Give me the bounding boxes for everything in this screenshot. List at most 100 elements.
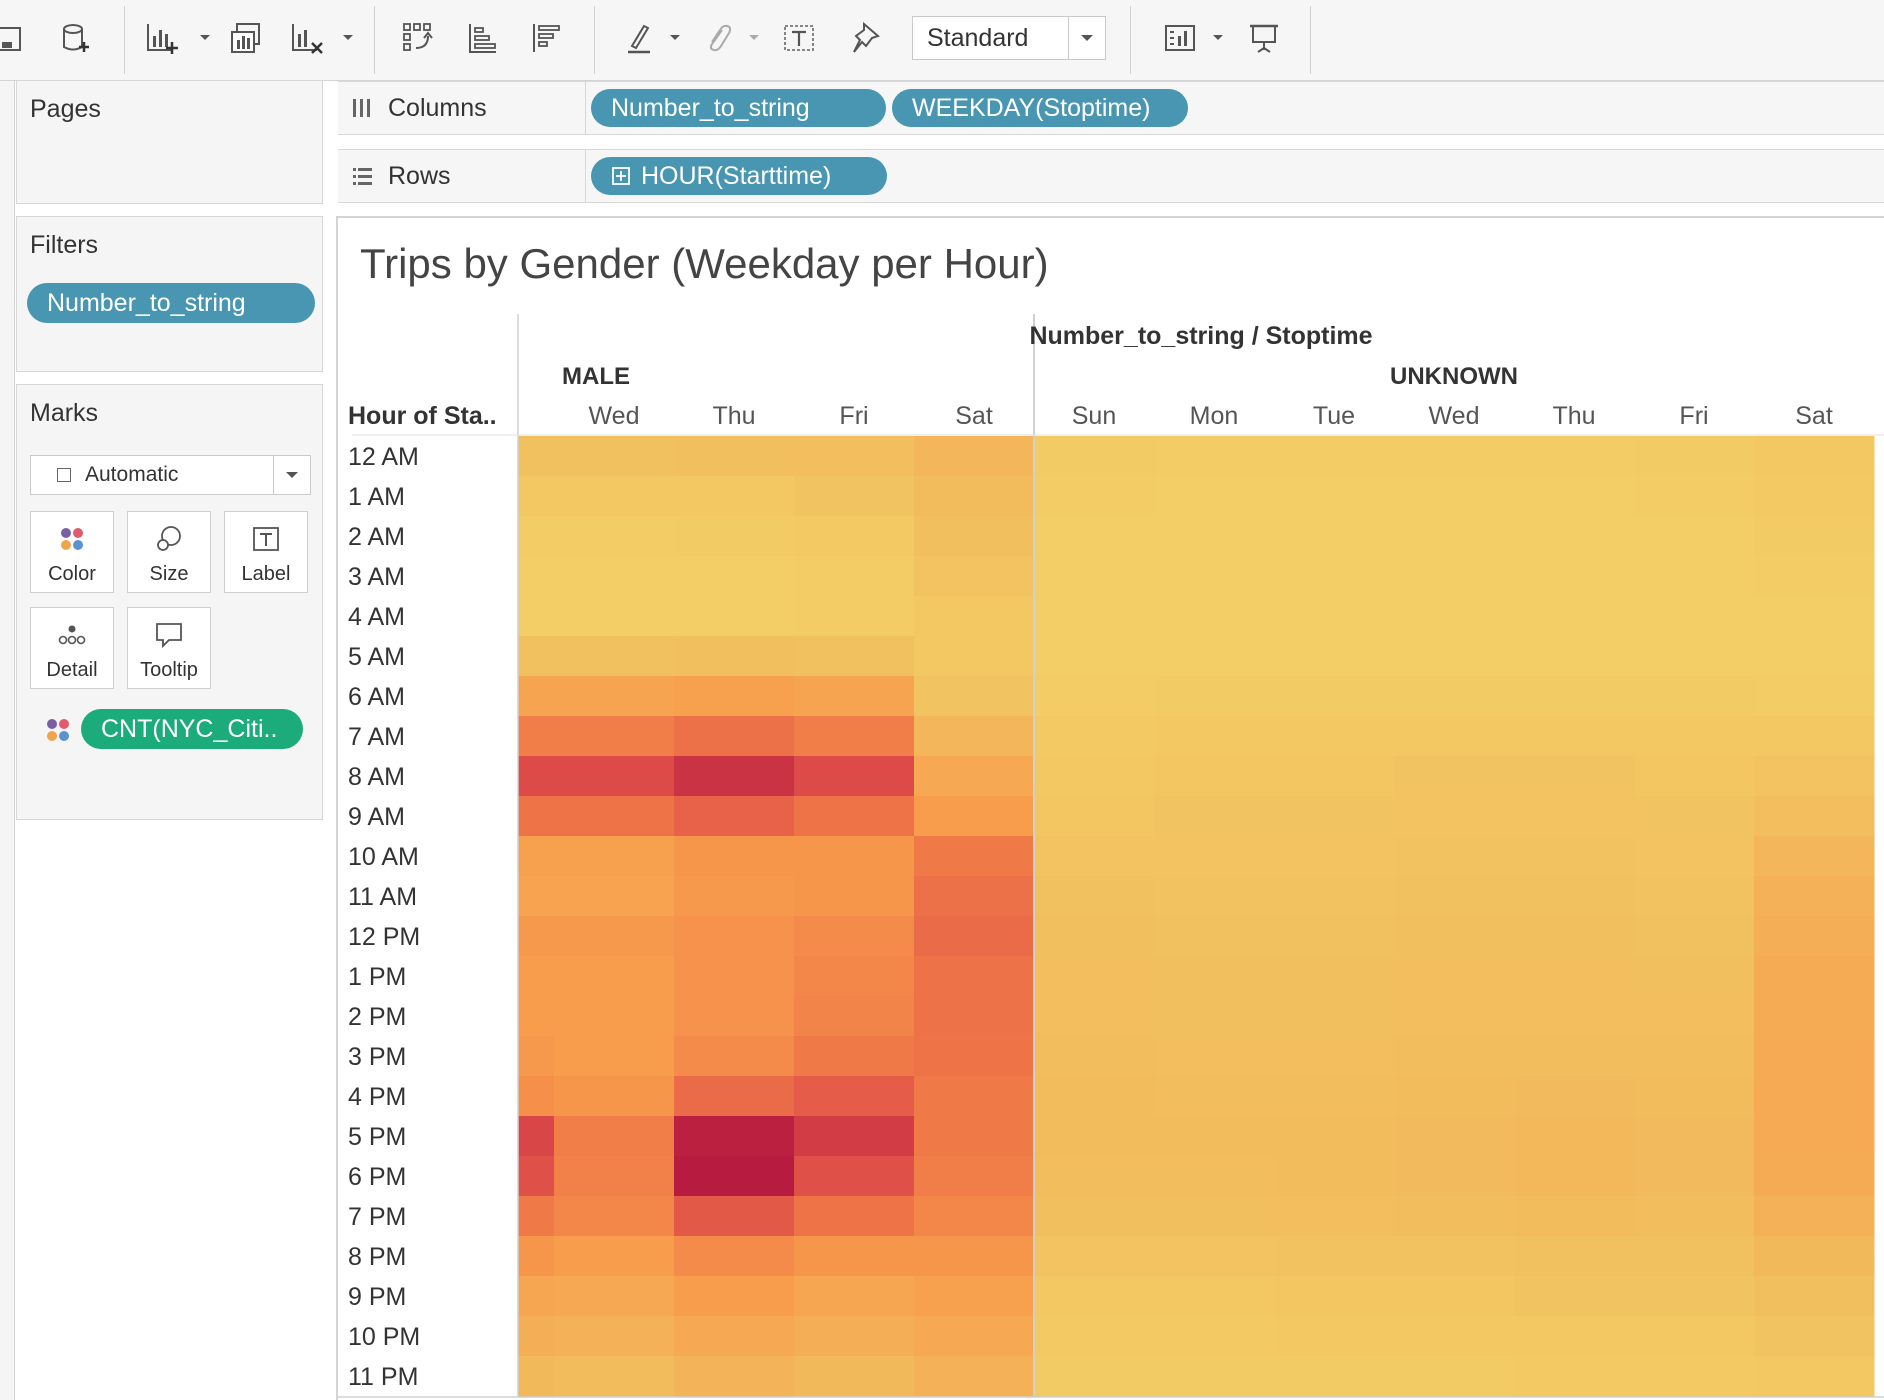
heatmap-cell[interactable]: [1274, 996, 1395, 1037]
heatmap-cell[interactable]: [1394, 996, 1515, 1037]
heatmap-cell[interactable]: [914, 1236, 1035, 1277]
heatmap-cell[interactable]: [434, 716, 555, 757]
heatmap-cell[interactable]: [554, 516, 675, 557]
heatmap-cell[interactable]: [1754, 916, 1875, 957]
heatmap-cell[interactable]: [794, 716, 915, 757]
heatmap-cell[interactable]: [434, 1116, 555, 1157]
heatmap-cell[interactable]: [1394, 956, 1515, 997]
heatmap-cell[interactable]: [1274, 436, 1395, 477]
heatmap-cell[interactable]: [674, 1276, 795, 1317]
heatmap-cell[interactable]: [434, 876, 555, 917]
heatmap-cell[interactable]: [1514, 516, 1635, 557]
heatmap-cell[interactable]: [1634, 1156, 1755, 1197]
heatmap-cell[interactable]: [1034, 676, 1155, 717]
heatmap-cell[interactable]: [554, 836, 675, 877]
heatmap-cell[interactable]: [794, 436, 915, 477]
heatmap-cell[interactable]: [674, 1036, 795, 1077]
heatmap-cell[interactable]: [1394, 1196, 1515, 1237]
heatmap-cell[interactable]: [1274, 1316, 1395, 1357]
expand-icon[interactable]: [611, 166, 631, 186]
heatmap-cell[interactable]: [914, 1116, 1035, 1157]
heatmap-cell[interactable]: [794, 1236, 915, 1277]
heatmap-cell[interactable]: [554, 1116, 675, 1157]
chevron-down-icon[interactable]: [342, 32, 354, 44]
heatmap-cell[interactable]: [554, 1196, 675, 1237]
heatmap-cell[interactable]: [1274, 596, 1395, 637]
heatmap-cell[interactable]: [434, 1316, 555, 1357]
heatmap-cell[interactable]: [1634, 956, 1755, 997]
heatmap-cell[interactable]: [1634, 516, 1755, 557]
heatmap-cell[interactable]: [1154, 1276, 1275, 1317]
heatmap-cell[interactable]: [434, 596, 555, 637]
heatmap-cell[interactable]: [1034, 476, 1155, 517]
heatmap-cell[interactable]: [794, 636, 915, 677]
heatmap-cell[interactable]: [1154, 836, 1275, 877]
heatmap-cell[interactable]: [1514, 556, 1635, 597]
heatmap-cell[interactable]: [794, 556, 915, 597]
heatmap-cell[interactable]: [1634, 1196, 1755, 1237]
heatmap-cell[interactable]: [794, 1276, 915, 1317]
heatmap-cell[interactable]: [434, 756, 555, 797]
heatmap-cell[interactable]: [434, 1356, 555, 1397]
columns-pill-number-to-string[interactable]: Number_to_string: [591, 89, 886, 127]
columns-shelf[interactable]: Columns Number_to_string WEEKDAY(Stoptim…: [338, 81, 1884, 135]
heatmap-cell[interactable]: [1274, 476, 1395, 517]
heatmap-cell[interactable]: [1154, 636, 1275, 677]
heatmap-cell[interactable]: [1154, 676, 1275, 717]
new-worksheet-icon[interactable]: [142, 18, 182, 58]
heatmap-cell[interactable]: [1754, 1116, 1875, 1157]
heatmap-cell[interactable]: [914, 876, 1035, 917]
heatmap-cell[interactable]: [1274, 1076, 1395, 1117]
heatmap-cell[interactable]: [1394, 796, 1515, 837]
heatmap-cell[interactable]: [1394, 1356, 1515, 1397]
heatmap-cell[interactable]: [794, 596, 915, 637]
worksheet-view[interactable]: Trips by Gender (Weekday per Hour) Numbe…: [336, 216, 1884, 1400]
heatmap-cell[interactable]: [1394, 1316, 1515, 1357]
color-button[interactable]: Color: [30, 511, 114, 593]
heatmap-cell[interactable]: [1514, 1356, 1635, 1397]
heatmap-cell[interactable]: [914, 1036, 1035, 1077]
heatmap-cell[interactable]: [1754, 1276, 1875, 1317]
heatmap-cell[interactable]: [674, 716, 795, 757]
heatmap-cell[interactable]: [1634, 1036, 1755, 1077]
heatmap-cell[interactable]: [1154, 1036, 1275, 1077]
heatmap-cell[interactable]: [1274, 836, 1395, 877]
heatmap-cell[interactable]: [1154, 436, 1275, 477]
heatmap-cell[interactable]: [1034, 556, 1155, 597]
heatmap-cell[interactable]: [554, 636, 675, 677]
heatmap-cell[interactable]: [554, 956, 675, 997]
heatmap-cell[interactable]: [554, 1156, 675, 1197]
heatmap-cell[interactable]: [794, 1196, 915, 1237]
heatmap-cell[interactable]: [1274, 876, 1395, 917]
rows-shelf[interactable]: Rows HOUR(Starttime): [338, 149, 1884, 203]
size-button[interactable]: Size: [127, 511, 211, 593]
heatmap-cell[interactable]: [1634, 1356, 1755, 1397]
chevron-down-icon[interactable]: [669, 32, 681, 44]
heatmap-cell[interactable]: [1154, 756, 1275, 797]
heatmap-cell[interactable]: [794, 676, 915, 717]
heatmap-cell[interactable]: [1154, 596, 1275, 637]
heatmap-cell[interactable]: [674, 476, 795, 517]
heatmap-cell[interactable]: [794, 836, 915, 877]
detail-button[interactable]: Detail: [30, 607, 114, 689]
heatmap-cell[interactable]: [434, 796, 555, 837]
heatmap-cell[interactable]: [1634, 436, 1755, 477]
heatmap-cell[interactable]: [674, 516, 795, 557]
heatmap-cell[interactable]: [1754, 836, 1875, 877]
heatmap-cell[interactable]: [1034, 1236, 1155, 1277]
show-cards-icon[interactable]: [1160, 18, 1200, 58]
chevron-down-icon[interactable]: [748, 32, 760, 44]
heatmap-cell[interactable]: [794, 476, 915, 517]
heatmap-cell[interactable]: [794, 996, 915, 1037]
heatmap-cell[interactable]: [1274, 636, 1395, 677]
heatmap-cell[interactable]: [1514, 1316, 1635, 1357]
heatmap-cell[interactable]: [794, 1356, 915, 1397]
heatmap-cell[interactable]: [1754, 556, 1875, 597]
heatmap-cell[interactable]: [794, 1116, 915, 1157]
heatmap-cell[interactable]: [1394, 1116, 1515, 1157]
rows-pill-hour-starttime[interactable]: HOUR(Starttime): [591, 157, 887, 195]
heatmap-cell[interactable]: [1514, 1236, 1635, 1277]
heatmap-cell[interactable]: [914, 1076, 1035, 1117]
heatmap-cell[interactable]: [794, 876, 915, 917]
heatmap-cell[interactable]: [1274, 1036, 1395, 1077]
